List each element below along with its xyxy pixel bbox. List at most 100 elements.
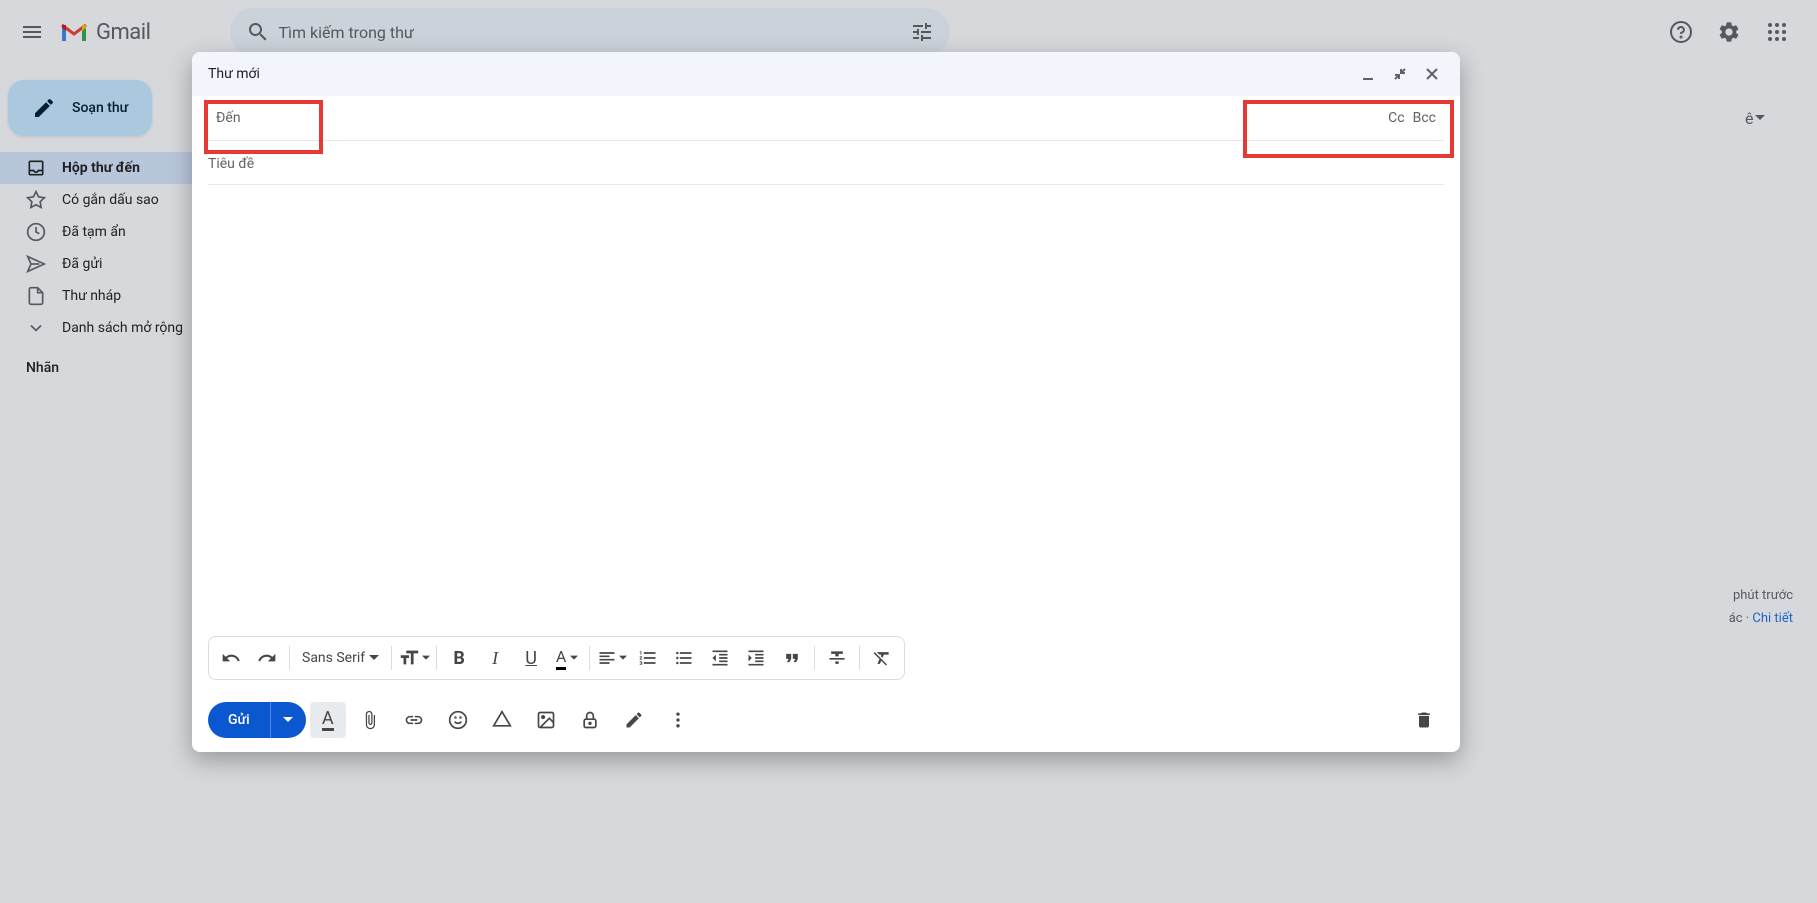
nav-label: Đã tạm ẩn xyxy=(62,224,126,240)
to-label[interactable]: Đến xyxy=(208,104,249,132)
font-size-icon xyxy=(398,647,420,669)
input-method-glyph: ê xyxy=(1745,109,1753,128)
search-button[interactable] xyxy=(238,12,278,52)
gmail-text: Gmail xyxy=(96,20,150,45)
search-input[interactable] xyxy=(278,23,902,42)
apps-button[interactable] xyxy=(1757,12,1797,52)
insert-drive-button[interactable] xyxy=(482,700,522,740)
strikethrough-button[interactable] xyxy=(819,640,855,676)
font-size-button[interactable] xyxy=(396,640,432,676)
font-family-select[interactable]: Sans Serif xyxy=(294,650,387,666)
activity-line1: phút trước xyxy=(1729,584,1793,607)
dropdown-arrow-icon xyxy=(570,654,578,662)
minimize-button[interactable] xyxy=(1356,62,1380,86)
search-bar xyxy=(230,8,950,56)
confidential-mode-button[interactable] xyxy=(570,700,610,740)
drive-icon xyxy=(492,710,512,730)
insert-link-button[interactable] xyxy=(394,700,434,740)
insert-signature-button[interactable] xyxy=(614,700,654,740)
send-icon xyxy=(26,254,46,274)
more-vert-icon xyxy=(668,710,688,730)
header-right xyxy=(1661,12,1809,52)
search-icon xyxy=(246,20,270,44)
recipients-row: Đến Cc Bcc xyxy=(192,96,1460,140)
compose-bottom-bar: Gửi A xyxy=(192,688,1460,752)
cc-toggle[interactable]: Cc xyxy=(1388,110,1404,126)
bullet-list-icon xyxy=(674,648,694,668)
input-method-dropdown[interactable]: ê xyxy=(1745,106,1793,130)
compose-label: Soạn thư xyxy=(72,100,128,116)
gmail-m-icon xyxy=(60,21,88,43)
align-left-icon xyxy=(597,648,617,668)
pen-icon xyxy=(624,710,644,730)
numbered-list-button[interactable] xyxy=(630,640,666,676)
bcc-toggle[interactable]: Bcc xyxy=(1413,110,1436,126)
insert-photo-button[interactable] xyxy=(526,700,566,740)
attachment-icon xyxy=(360,710,380,730)
bullet-list-button[interactable] xyxy=(666,640,702,676)
dropdown-arrow-icon xyxy=(422,654,430,662)
nav-label: Có gắn dấu sao xyxy=(62,192,159,208)
pencil-icon xyxy=(32,96,56,120)
discard-draft-button[interactable] xyxy=(1404,700,1444,740)
insert-emoji-button[interactable] xyxy=(438,700,478,740)
compose-title: Thư mới xyxy=(208,66,1356,82)
more-options-button[interactable] xyxy=(658,700,698,740)
text-color-button[interactable]: A xyxy=(549,640,585,676)
underline-button[interactable]: U xyxy=(513,640,549,676)
search-options-button[interactable] xyxy=(902,12,942,52)
separator xyxy=(436,646,437,670)
activity-line2: ác · Chi tiết xyxy=(1729,607,1793,630)
settings-button[interactable] xyxy=(1709,12,1749,52)
nav-label: Thư nháp xyxy=(62,288,121,304)
send-options-button[interactable] xyxy=(270,702,306,738)
fullscreen-exit-button[interactable] xyxy=(1388,62,1412,86)
separator xyxy=(859,646,860,670)
clear-format-button[interactable] xyxy=(864,640,900,676)
apps-grid-icon xyxy=(1765,20,1789,44)
compose-button[interactable]: Soạn thư xyxy=(8,80,152,136)
emoji-icon xyxy=(448,710,468,730)
send-button-group: Gửi xyxy=(208,702,306,738)
to-input[interactable] xyxy=(249,110,1381,126)
indent-more-button[interactable] xyxy=(738,640,774,676)
gear-icon xyxy=(1717,20,1741,44)
redo-icon xyxy=(257,648,277,668)
window-controls xyxy=(1356,62,1444,86)
dropdown-arrow-icon xyxy=(369,653,379,663)
subject-input[interactable] xyxy=(208,156,1444,172)
redo-button[interactable] xyxy=(249,640,285,676)
attach-file-button[interactable] xyxy=(350,700,390,740)
inbox-icon xyxy=(26,158,46,178)
undo-button[interactable] xyxy=(213,640,249,676)
quote-icon xyxy=(782,648,802,668)
help-button[interactable] xyxy=(1661,12,1701,52)
cc-bcc-toggles: Cc Bcc xyxy=(1380,104,1444,132)
main-menu-button[interactable] xyxy=(8,8,56,56)
send-button[interactable]: Gửi xyxy=(208,702,270,738)
bold-button[interactable]: B xyxy=(441,640,477,676)
close-button[interactable] xyxy=(1420,62,1444,86)
undo-icon xyxy=(221,648,241,668)
dropdown-arrow-icon xyxy=(283,715,293,725)
indent-increase-icon xyxy=(746,648,766,668)
quote-button[interactable] xyxy=(774,640,810,676)
align-button[interactable] xyxy=(594,640,630,676)
gmail-logo[interactable]: Gmail xyxy=(60,20,150,45)
separator xyxy=(391,646,392,670)
hamburger-icon xyxy=(20,20,44,44)
nav-label: Hộp thư đến xyxy=(62,160,140,176)
details-link[interactable]: Chi tiết xyxy=(1752,611,1793,626)
strikethrough-icon xyxy=(827,648,847,668)
compose-header: Thư mới xyxy=(192,52,1460,96)
tune-icon xyxy=(910,20,934,44)
italic-button[interactable]: I xyxy=(477,640,513,676)
nav-label: Đã gửi xyxy=(62,256,102,272)
formatting-toggle-button[interactable]: A xyxy=(310,702,346,738)
clear-format-icon xyxy=(872,648,892,668)
dropdown-arrow-icon xyxy=(619,654,627,662)
help-icon xyxy=(1669,20,1693,44)
message-body[interactable] xyxy=(192,185,1460,636)
image-icon xyxy=(536,710,556,730)
indent-less-button[interactable] xyxy=(702,640,738,676)
